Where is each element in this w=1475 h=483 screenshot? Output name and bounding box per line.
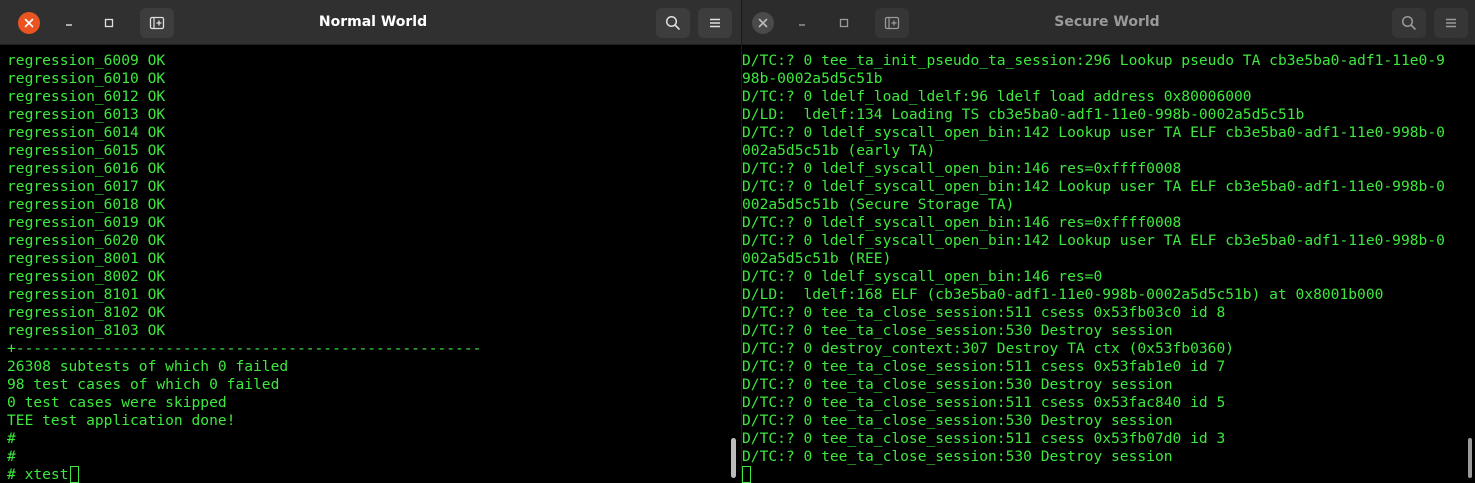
secure-line: D/TC:? 0 tee_ta_close_session:511 csess … (742, 304, 1226, 321)
close-icon (24, 18, 34, 28)
titlebar[interactable]: Normal World (0, 0, 741, 45)
minimize-button[interactable] (791, 12, 813, 34)
secure-line: D/LD: ldelf:134 Loading TS cb3e5ba0-adf1… (742, 106, 1305, 123)
secure-line: D/TC:? 0 ldelf_syscall_open_bin:142 Look… (742, 232, 1445, 249)
terminal-lines: regression_6009 OK regression_6010 OK regr… (7, 52, 481, 483)
close-button[interactable] (18, 12, 40, 34)
terminal-output[interactable]: regression_6009 OK regression_6010 OK regr… (0, 46, 741, 483)
normal-line: regression_8103 OK (7, 322, 166, 339)
minimize-button[interactable] (58, 12, 80, 34)
command-prompt-line[interactable]: # xtest (7, 466, 481, 483)
minimize-icon (66, 24, 72, 26)
secure-line: 002a5d5c51b (REE) (742, 250, 892, 267)
normal-line: regression_6018 OK (7, 196, 166, 213)
normal-line: # (7, 448, 16, 465)
normal-line: regression_6009 OK (7, 52, 166, 69)
secure-line: 98b-0002a5d5c51b (742, 70, 883, 87)
new-tab-icon (149, 16, 165, 30)
normal-line: 98 test cases of which 0 failed (7, 376, 280, 393)
search-icon (1401, 15, 1416, 30)
terminal-lines: D/TC:? 0 tee_ta_init_pseudo_ta_session:2… (742, 52, 1445, 483)
scrollbar-thumb[interactable] (1468, 438, 1472, 478)
hamburger-menu-icon (1446, 18, 1456, 28)
normal-line: regression_6019 OK (7, 214, 166, 231)
normal-line: 26308 subtests of which 0 failed (7, 358, 289, 375)
normal-line: 0 test cases were skipped (7, 394, 227, 411)
maximize-button[interactable] (98, 12, 120, 34)
secure-line: D/TC:? 0 ldelf_syscall_open_bin:142 Look… (742, 178, 1445, 195)
normal-line: regression_8102 OK (7, 304, 166, 321)
hamburger-menu-icon (710, 18, 720, 28)
normal-line: regression_6020 OK (7, 232, 166, 249)
normal-line: regression_8002 OK (7, 268, 166, 285)
secure-world-terminal-window[interactable]: Secure World D/TC:? 0 tee_ta_init_pseudo… (741, 0, 1475, 483)
secure-line: D/TC:? 0 ldelf_syscall_open_bin:142 Look… (742, 124, 1445, 141)
search-icon (665, 15, 680, 30)
secure-line: D/TC:? 0 tee_ta_close_session:530 Destro… (742, 412, 1173, 429)
secure-line: D/TC:? 0 tee_ta_close_session:511 csess … (742, 394, 1226, 411)
secure-line: D/TC:? 0 ldelf_syscall_open_bin:146 res=… (742, 268, 1103, 285)
normal-line: regression_8001 OK (7, 250, 166, 267)
text-cursor (742, 466, 751, 483)
normal-line: # (7, 430, 16, 447)
search-button[interactable] (656, 8, 690, 38)
secure-line: 002a5d5c51b (Secure Storage TA) (742, 196, 1015, 213)
scrollbar-thumb[interactable] (731, 438, 736, 478)
secure-line: D/TC:? 0 tee_ta_init_pseudo_ta_session:2… (742, 52, 1445, 69)
normal-line: TEE test application done! (7, 412, 236, 429)
normal-line: +---------------------------------------… (7, 340, 482, 357)
menu-button[interactable] (698, 8, 732, 38)
secure-line: 002a5d5c51b (early TA) (742, 142, 936, 159)
command-input[interactable]: # xtest (7, 466, 69, 483)
normal-line: regression_6014 OK (7, 124, 166, 141)
secure-line: D/TC:? 0 tee_ta_close_session:530 Destro… (742, 322, 1173, 339)
secure-line: D/LD: ldelf:168 ELF (cb3e5ba0-adf1-11e0-… (742, 286, 1384, 303)
normal-line: regression_6012 OK (7, 88, 166, 105)
new-tab-icon (884, 16, 900, 30)
new-tab-button[interactable] (140, 8, 174, 38)
normal-line: regression_6010 OK (7, 70, 166, 87)
menu-button[interactable] (1434, 8, 1468, 38)
normal-line: regression_6017 OK (7, 178, 166, 195)
close-button[interactable] (752, 12, 774, 34)
maximize-icon (104, 18, 114, 28)
window-title: Normal World (318, 14, 428, 30)
minimize-icon (799, 24, 805, 26)
secure-line: D/TC:? 0 ldelf_syscall_open_bin:146 res=… (742, 214, 1182, 231)
secure-line: D/TC:? 0 tee_ta_close_session:530 Destro… (742, 448, 1173, 465)
cursor-line (742, 466, 1445, 483)
search-button[interactable] (1392, 8, 1426, 38)
secure-line: D/TC:? 0 tee_ta_close_session:511 csess … (742, 358, 1226, 375)
normal-line: regression_6016 OK (7, 160, 166, 177)
normal-line: regression_8101 OK (7, 286, 166, 303)
maximize-button[interactable] (833, 12, 855, 34)
normal-line: regression_6013 OK (7, 106, 166, 123)
titlebar[interactable]: Secure World (742, 0, 1475, 45)
secure-line: D/TC:? 0 tee_ta_close_session:530 Destro… (742, 376, 1173, 393)
close-icon (758, 18, 768, 28)
normal-line: regression_6015 OK (7, 142, 166, 159)
text-cursor (69, 466, 79, 483)
secure-line: D/TC:? 0 ldelf_load_ldelf:96 ldelf load … (742, 88, 1252, 105)
secure-line: D/TC:? 0 tee_ta_close_session:511 csess … (742, 430, 1226, 447)
secure-line: D/TC:? 0 ldelf_syscall_open_bin:146 res=… (742, 160, 1182, 177)
normal-world-terminal-window[interactable]: Normal World regression_6009 OK regressio… (0, 0, 741, 483)
window-title: Secure World (1054, 14, 1160, 30)
terminal-output[interactable]: D/TC:? 0 tee_ta_init_pseudo_ta_session:2… (742, 46, 1475, 483)
secure-line: D/TC:? 0 destroy_context:307 Destroy TA … (742, 340, 1235, 357)
maximize-icon (839, 18, 849, 28)
new-tab-button[interactable] (875, 8, 909, 38)
